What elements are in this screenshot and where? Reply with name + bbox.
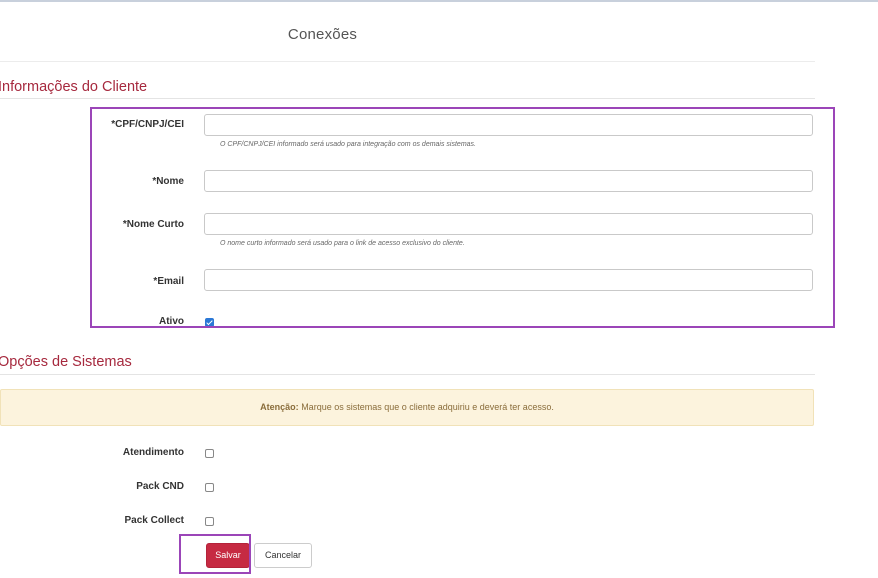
systems-section-divider <box>0 374 815 375</box>
pack-collect-checkbox[interactable] <box>205 517 214 526</box>
alert-text: Marque os sistemas que o cliente adquiri… <box>298 402 554 412</box>
client-section-divider <box>0 98 815 99</box>
client-section-heading: Informações do Cliente <box>0 79 148 95</box>
pack-cnd-checkbox[interactable] <box>205 483 214 492</box>
option-label-pack-collect: Pack Collect <box>124 515 184 526</box>
page-title: Conexões <box>287 26 358 43</box>
alert-strong-text: Atenção: <box>260 402 299 412</box>
attention-alert: Atenção: Marque os sistemas que o client… <box>0 389 814 426</box>
option-label-atendimento: Atendimento <box>122 447 184 458</box>
option-label-pack-cnd: Pack CND <box>136 481 184 492</box>
systems-section-heading: Opções de Sistemas <box>0 354 132 370</box>
atendimento-checkbox[interactable] <box>205 449 214 458</box>
client-fields-highlight <box>90 107 835 328</box>
title-divider <box>0 61 815 62</box>
save-button-highlight <box>179 534 251 574</box>
cancel-button[interactable]: Cancelar <box>254 543 312 568</box>
top-border <box>0 0 878 2</box>
